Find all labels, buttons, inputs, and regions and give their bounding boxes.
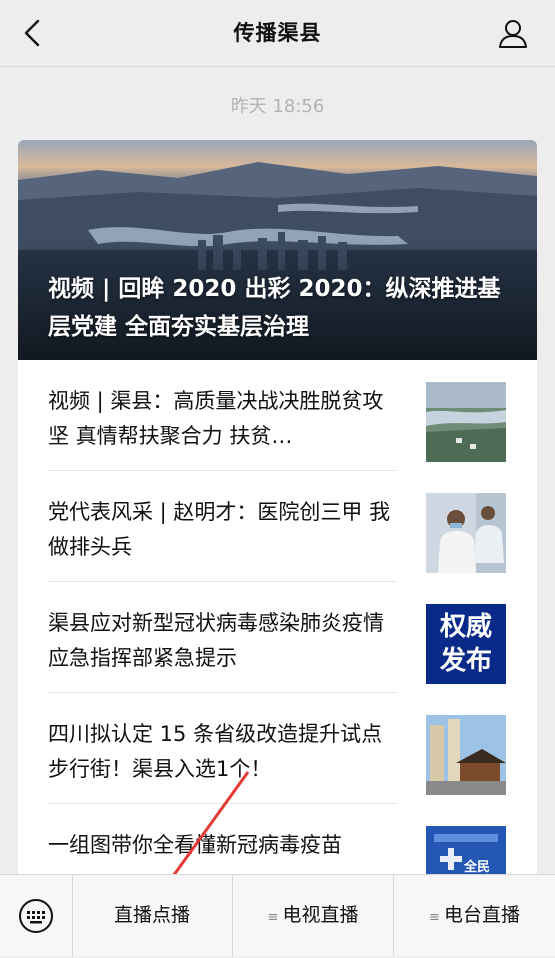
person-icon — [499, 20, 527, 48]
menu-label: 直播点播 — [113, 904, 190, 926]
badge-text: 发布 — [439, 646, 492, 676]
bottom-menu-bar: 直播点播 ≡ 电视直播 ≡ 电台直播 — [0, 874, 555, 956]
menu-item-tv-live[interactable]: ≡ 电视直播 — [233, 875, 393, 956]
menu-label: 电台直播 — [443, 904, 520, 926]
article-card: 视频 | 回眸 2020 出彩 2020：纵深推进基层党建 全面夯实基层治理 视… — [18, 140, 537, 880]
article-thumbnail — [426, 715, 506, 795]
article-thumbnail: 全民 — [426, 826, 506, 880]
badge-text: 权威 — [439, 612, 492, 642]
article-item[interactable]: 四川拟认定 15 条省级改造提升试点步行街！渠县入选1个！ — [18, 693, 537, 804]
menu-item-live-vod[interactable]: 直播点播 — [72, 875, 232, 956]
article-thumbnail — [426, 493, 506, 573]
article-title: 四川拟认定 15 条省级改造提升试点步行街！渠县入选1个！ — [48, 722, 383, 781]
hero-article[interactable]: 视频 | 回眸 2020 出彩 2020：纵深推进基层党建 全面夯实基层治理 — [18, 140, 537, 360]
article-item[interactable]: 一组图带你全看懂新冠病毒疫苗 全民 — [18, 804, 537, 880]
article-title: 渠县应对新型冠状病毒感染肺炎疫情应急指挥部紧急提示 — [48, 611, 384, 670]
hero-title: 视频 | 回眸 2020 出彩 2020：纵深推进基层党建 全面夯实基层治理 — [48, 276, 501, 340]
article-thumbnail — [426, 382, 506, 462]
article-title: 党代表风采 | 赵明才：医院创三甲 我做排头兵 — [48, 500, 391, 559]
article-title: 一组图带你全看懂新冠病毒疫苗 — [48, 833, 342, 857]
submenu-icon: ≡ — [429, 910, 440, 925]
menu-label: 电视直播 — [282, 904, 359, 926]
keyboard-icon — [19, 899, 53, 933]
article-title: 视频 | 渠县：高质量决战决胜脱贫攻坚 真情帮扶聚合力 扶贫… — [48, 389, 384, 448]
profile-button[interactable] — [497, 17, 529, 49]
article-item[interactable]: 视频 | 渠县：高质量决战决胜脱贫攻坚 真情帮扶聚合力 扶贫… — [18, 360, 537, 471]
menu-item-radio-live[interactable]: ≡ 电台直播 — [394, 875, 555, 956]
message-timestamp: 昨天 18:56 — [230, 96, 325, 117]
top-bar: 传播渠县 — [0, 0, 555, 67]
keyboard-toggle-button[interactable] — [0, 875, 73, 956]
page-title: 传播渠县 — [233, 21, 322, 45]
article-thumbnail: 权威 发布 — [426, 604, 506, 684]
thumbnail-text: 全民 — [464, 860, 491, 875]
submenu-icon: ≡ — [267, 910, 279, 925]
article-item[interactable]: 渠县应对新型冠状病毒感染肺炎疫情应急指挥部紧急提示 权威 发布 — [18, 582, 537, 693]
article-item[interactable]: 党代表风采 | 赵明才：医院创三甲 我做排头兵 — [18, 471, 537, 582]
